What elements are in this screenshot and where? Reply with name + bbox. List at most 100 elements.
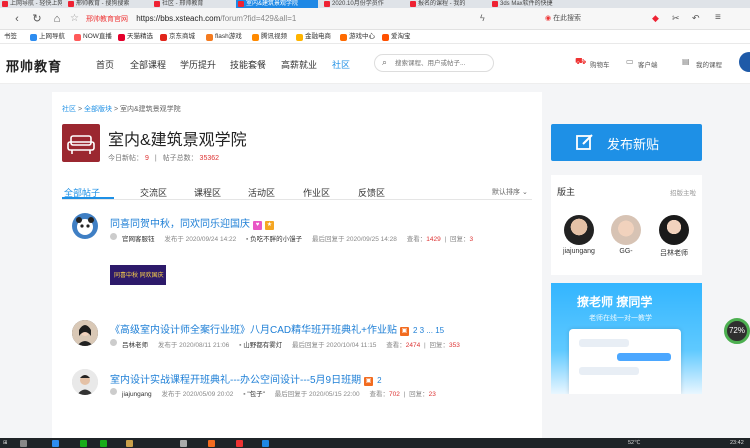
post-author[interactable]: 吕林老师	[122, 342, 148, 349]
post-title-text[interactable]: 室内设计实战课程开班典礼---办公空间设计---5月9日班期	[110, 375, 361, 386]
sort-dropdown[interactable]: 默认排序 ⌄	[492, 187, 528, 197]
game-icon[interactable]: ◆	[652, 13, 659, 24]
avatar[interactable]	[739, 52, 750, 72]
publish-button[interactable]: 发布新贴	[551, 124, 702, 161]
back-icon[interactable]: ‹	[10, 12, 24, 26]
bookmark-label: 腾讯视频	[261, 33, 287, 40]
tab-discussion[interactable]: 交流区	[140, 186, 167, 199]
post-last-replier[interactable]: 山野都有雾灯	[243, 342, 282, 349]
nav-skills[interactable]: 技能套餐	[230, 58, 266, 71]
tab-homework[interactable]: 作业区	[303, 186, 330, 199]
moderator-name[interactable]: 吕林老师	[654, 248, 694, 258]
undo-icon[interactable]: ↶	[692, 13, 700, 24]
moderators-panel: 版主 招版主啦 jiajungang GG- 吕林老师	[551, 175, 702, 275]
post-pager[interactable]: 2	[377, 376, 381, 385]
browser-search[interactable]: ◉ 在此搜索	[545, 12, 615, 26]
cart-link[interactable]: 购物车	[590, 59, 610, 69]
search-icon[interactable]	[20, 440, 27, 447]
stats-divider: |	[154, 155, 157, 162]
moderator-name[interactable]: GG-	[606, 248, 646, 255]
breadcrumb-community[interactable]: 社区	[62, 106, 76, 113]
bookmark-item[interactable]: 游戏中心	[340, 32, 375, 42]
moderator[interactable]: jiajungang	[559, 215, 599, 255]
app-icon[interactable]	[52, 440, 59, 447]
browser-tab[interactable]: 报名的课程 - 我的	[408, 0, 486, 8]
windows-icon[interactable]: ⊞	[3, 439, 8, 447]
breadcrumb-all-boards[interactable]: 全部版块	[84, 106, 112, 113]
scissors-icon[interactable]: ✂	[672, 13, 680, 24]
client-link[interactable]: 客户端	[638, 59, 658, 69]
post-title[interactable]: 同喜同贺中秋，同欢同乐迎国庆 ♥ ★	[110, 215, 274, 230]
bookmark-item[interactable]: NOW直播	[74, 32, 112, 42]
bookmark-item[interactable]: 天猫精选	[118, 32, 153, 42]
app-icon[interactable]	[126, 440, 133, 447]
promo-title: 撩老师 撩同学	[577, 295, 653, 309]
post-author[interactable]: 官网客服钰	[122, 236, 155, 243]
post-title[interactable]: 室内设计实战课程开班典礼---办公空间设计---5月9日班期 ▣ 2	[110, 371, 382, 386]
nav-degree[interactable]: 学历提升	[180, 58, 216, 71]
site-search[interactable]: ⌕	[374, 54, 494, 72]
browser-tab[interactable]: 上网导航 - 轻快上网	[0, 0, 62, 8]
nav-all-courses[interactable]: 全部课程	[130, 58, 166, 71]
post-title[interactable]: 《高级室内设计师全案行业班》八月CAD精华班开班典礼+作业贴 ▣ 2 3 ... 1…	[110, 321, 444, 336]
image-icon: ▣	[399, 327, 409, 336]
views-label: 查看：	[386, 342, 406, 349]
tab-feedback[interactable]: 反馈区	[358, 186, 385, 199]
bookmark-item[interactable]: 金融电商	[296, 32, 331, 42]
avatar[interactable]	[72, 320, 98, 346]
tab-events[interactable]: 活动区	[248, 186, 275, 199]
sort-label: 默认排序	[492, 189, 520, 196]
my-courses-link[interactable]: 我的课程	[696, 59, 722, 69]
speed-badge[interactable]: 72%	[724, 318, 750, 344]
site-search-input[interactable]	[395, 58, 490, 69]
settings-icon[interactable]	[180, 440, 187, 447]
post-title-text[interactable]: 同喜同贺中秋，同欢同乐迎国庆	[110, 219, 250, 230]
post-author[interactable]: jiajungang	[122, 391, 152, 398]
bookmark-item[interactable]: 腾讯视频	[252, 32, 287, 42]
browser-tab[interactable]: 邢帅教育 - 搜狗搜索	[66, 0, 148, 8]
nav-home[interactable]: 首页	[96, 58, 114, 71]
lightning-icon[interactable]: ϟ	[480, 13, 485, 23]
post-last-replier[interactable]: "包子"	[247, 391, 265, 398]
nav-jobs[interactable]: 高薪就业	[281, 58, 317, 71]
bookmark-item[interactable]: 上网导航	[30, 32, 65, 42]
browser-tab[interactable]: 2020.10月份学员作	[322, 0, 404, 8]
app-icon[interactable]	[208, 440, 215, 447]
moderator-name[interactable]: jiajungang	[559, 248, 599, 255]
post-image[interactable]: 同喜中秋 同欢国庆	[110, 265, 166, 285]
moderator[interactable]: GG-	[606, 215, 646, 255]
post-last-replier[interactable]: 负吃不胖的小馒子	[250, 236, 302, 243]
bookmark-icon	[206, 34, 213, 41]
url-box[interactable]: ☆ 邢帅教育官网 https://bbs.xsteach.com/forum?f…	[70, 11, 500, 27]
bookmark-item[interactable]: 京东商城	[160, 32, 195, 42]
moderator[interactable]: 吕林老师	[654, 215, 694, 258]
browser-icon[interactable]	[262, 440, 269, 447]
post-title-text[interactable]: 《高级室内设计师全案行业班》八月CAD精华班开班典礼+作业贴	[110, 325, 397, 336]
post-last-reply: 最后回复于 2020/09/25 14:28	[311, 236, 397, 243]
post-pager[interactable]: 2 3 ... 15	[413, 326, 444, 335]
app-icon[interactable]	[236, 440, 243, 447]
avatar[interactable]	[72, 369, 98, 395]
avatar[interactable]	[72, 213, 98, 239]
browser-tab[interactable]: 3ds Max软件的快捷	[490, 0, 568, 8]
refresh-icon[interactable]: ↻	[30, 12, 44, 26]
apply-moderator-link[interactable]: 招版主啦	[670, 187, 696, 197]
star-icon[interactable]: ☆	[70, 13, 79, 24]
tab-courses[interactable]: 课程区	[194, 186, 221, 199]
bookmark-item[interactable]: 爱淘宝	[382, 32, 411, 42]
site-logo[interactable]: 邢帅教育	[6, 56, 62, 75]
bookmark-item[interactable]: flash游戏	[206, 32, 242, 42]
wechat-icon[interactable]	[80, 440, 87, 447]
promo-banner[interactable]: 撩老师 撩同学 老师在线一对一教学	[551, 283, 702, 394]
avatar[interactable]	[659, 215, 689, 245]
browser-tab[interactable]: 社区 - 邢帅教育	[152, 0, 232, 8]
menu-icon[interactable]: ≡	[715, 12, 721, 23]
home-icon[interactable]: ⌂	[50, 12, 64, 26]
avatar[interactable]	[564, 215, 594, 245]
search-icon[interactable]: ⌕	[382, 57, 387, 68]
avatar[interactable]	[611, 215, 641, 245]
chat-icon[interactable]	[100, 440, 107, 447]
browser-tab[interactable]: 室内&建筑景观学院	[236, 0, 318, 8]
nav-community[interactable]: 社区	[332, 58, 350, 71]
bookmark-item[interactable]: 书签	[4, 32, 17, 42]
